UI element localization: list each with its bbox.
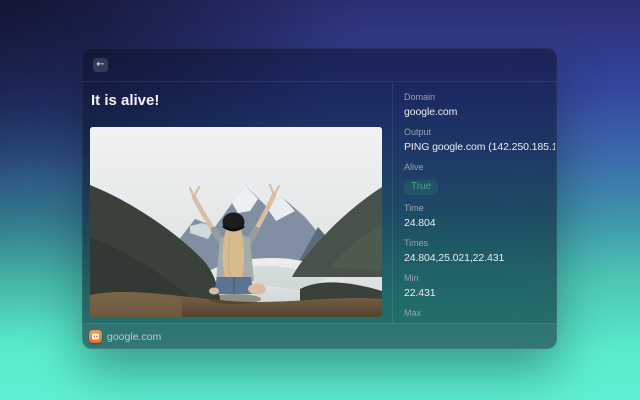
details-panel: Domain google.com Output PING google.com…: [392, 82, 557, 323]
detail-value: 24.804,25.021,22.431: [404, 252, 555, 265]
page-title: It is alive!: [91, 92, 392, 110]
detail-label: Output: [404, 127, 555, 138]
detail-value: 22.431: [404, 287, 555, 300]
detail-row-times: Times 24.804,25.021,22.431: [404, 238, 555, 265]
detail-label: Alive: [404, 162, 555, 173]
detail-value: 24.804: [404, 217, 555, 230]
detail-label: Time: [404, 203, 555, 214]
detail-label: Max: [404, 308, 555, 319]
detail-row-alive: Alive True: [404, 162, 555, 195]
detail-row-time: Time 24.804: [404, 203, 555, 230]
detail-value: 25.021: [404, 322, 555, 323]
detail-row-domain: Domain google.com: [404, 92, 555, 119]
extension-icon: [89, 330, 102, 343]
footer-bar: google.com: [82, 323, 557, 349]
detail-row-min: Min 22.431: [404, 273, 555, 300]
arrow-left-icon: ←: [96, 59, 104, 71]
detail-label: Times: [404, 238, 555, 249]
detail-value: PING google.com (142.250.185.14):…: [404, 141, 555, 154]
alive-badge: True: [404, 180, 438, 195]
window-body: It is alive!: [82, 82, 557, 323]
detail-row-max: Max 25.021: [404, 308, 555, 323]
app-window: ← It is alive!: [82, 48, 557, 349]
detail-label: Domain: [404, 92, 555, 103]
footer-domain: google.com: [107, 331, 161, 343]
window-header: ←: [82, 48, 557, 82]
detail-value: True: [404, 176, 555, 195]
back-button[interactable]: ←: [93, 58, 108, 72]
detail-row-output: Output PING google.com (142.250.185.14):…: [404, 127, 555, 154]
main-content: It is alive!: [82, 82, 392, 323]
detail-label: Min: [404, 273, 555, 284]
detail-value: google.com: [404, 106, 555, 119]
photo: [90, 127, 382, 317]
photo-illustration: [90, 127, 382, 317]
